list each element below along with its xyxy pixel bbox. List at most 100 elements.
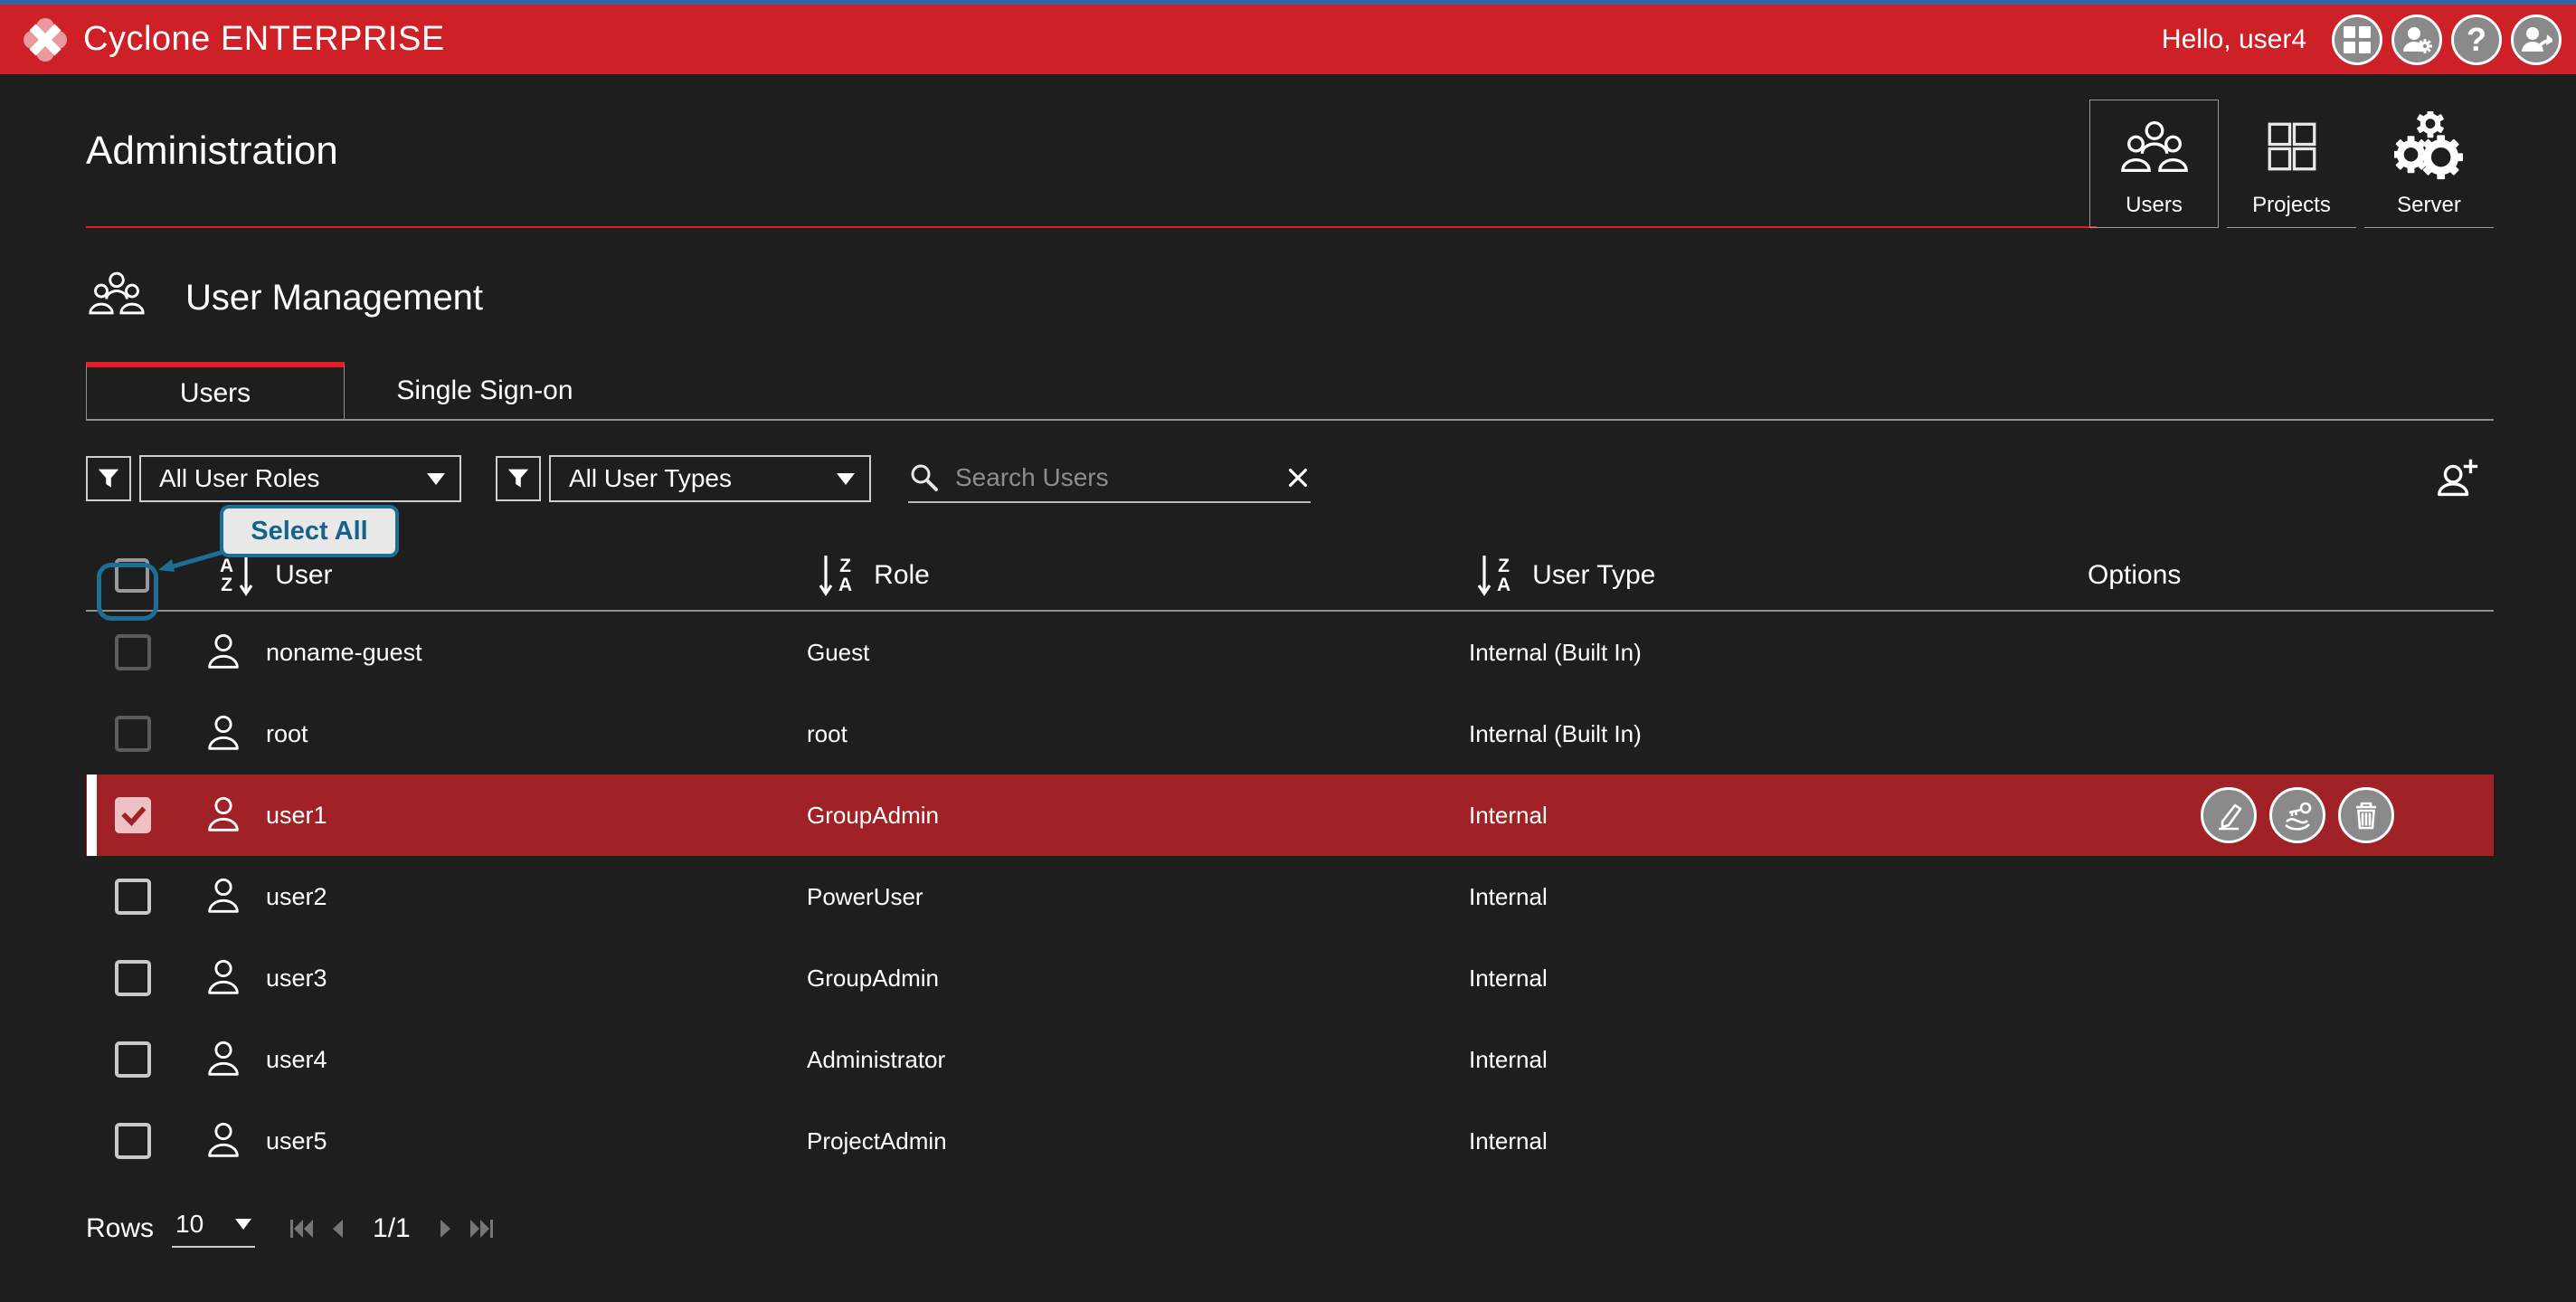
user-role: ProjectAdmin bbox=[805, 1127, 947, 1155]
greeting-text: Hello, user4 bbox=[2162, 24, 2306, 55]
page-indicator: 1/1 bbox=[373, 1213, 411, 1244]
pagination-bar: Rows 10 1/1 bbox=[86, 1203, 494, 1254]
prev-page-button[interactable] bbox=[329, 1217, 346, 1240]
nav-tile-projects[interactable]: Projects bbox=[2227, 100, 2356, 228]
admin-underline bbox=[86, 226, 2097, 228]
user-avatar-icon bbox=[203, 957, 244, 999]
last-page-button[interactable] bbox=[469, 1217, 494, 1240]
help-button[interactable]: ? bbox=[2451, 14, 2502, 65]
table-row[interactable]: noname-guest Guest Internal (Built In) bbox=[86, 612, 2494, 693]
user-name: user4 bbox=[266, 1046, 327, 1074]
table-header-row: AZ User ZA Role bbox=[86, 541, 2494, 612]
column-header-options: Options bbox=[2088, 560, 2181, 591]
next-page-icon bbox=[438, 1217, 454, 1240]
nav-tile-label: Projects bbox=[2252, 193, 2331, 218]
user-name: user3 bbox=[266, 965, 327, 993]
rows-per-page-label: Rows bbox=[86, 1213, 154, 1244]
user-type: Internal bbox=[1467, 965, 1548, 993]
table-body: noname-guest Guest Internal (Built In) bbox=[86, 612, 2494, 1182]
role-filter-select[interactable]: All User Roles bbox=[139, 455, 461, 502]
table-row[interactable]: user1 GroupAdmin Internal bbox=[86, 775, 2494, 856]
chevron-down-icon bbox=[837, 473, 855, 485]
section-title: User Management bbox=[185, 278, 483, 318]
column-header-user-type[interactable]: User Type bbox=[1532, 560, 1655, 591]
user-management-icon bbox=[86, 270, 147, 317]
edit-user-button[interactable] bbox=[2201, 787, 2257, 843]
row-checkbox[interactable] bbox=[115, 634, 151, 670]
table-row[interactable]: root root Internal (Built In) bbox=[86, 693, 2494, 775]
table-row[interactable]: user4 Administrator Internal bbox=[86, 1019, 2494, 1100]
type-filter-button[interactable] bbox=[496, 456, 541, 501]
role-filter-value: All User Roles bbox=[159, 464, 319, 493]
brand-title: Cyclone ENTERPRISE bbox=[83, 20, 445, 59]
user-avatar-icon bbox=[203, 876, 244, 917]
help-icon: ? bbox=[2467, 24, 2486, 56]
tab-label: Single Sign-on bbox=[396, 375, 573, 406]
sign-out-button[interactable] bbox=[2511, 14, 2562, 65]
user-settings-icon bbox=[2401, 24, 2433, 56]
rows-per-page-select[interactable]: 10 bbox=[172, 1210, 255, 1248]
chevron-down-icon bbox=[427, 473, 445, 485]
users-group-icon bbox=[2117, 100, 2192, 193]
first-page-icon bbox=[289, 1217, 315, 1240]
add-user-button[interactable] bbox=[2430, 452, 2483, 505]
last-page-icon bbox=[469, 1217, 494, 1240]
users-table: Select All AZ User bbox=[86, 541, 2494, 1182]
funnel-icon bbox=[94, 464, 123, 493]
row-checkbox[interactable] bbox=[115, 1123, 151, 1159]
tab-users[interactable]: Users bbox=[86, 362, 345, 420]
nav-tile-label: Server bbox=[2397, 193, 2461, 218]
password-key-button[interactable] bbox=[2269, 787, 2325, 843]
role-filter-button[interactable] bbox=[86, 456, 131, 501]
user-name: user1 bbox=[266, 802, 327, 830]
row-checkbox[interactable] bbox=[115, 1041, 151, 1078]
table-row[interactable]: user3 GroupAdmin Internal bbox=[86, 937, 2494, 1019]
first-page-button[interactable] bbox=[289, 1217, 315, 1240]
next-page-button[interactable] bbox=[438, 1217, 454, 1240]
sort-desc-icon[interactable]: ZA bbox=[1477, 552, 1511, 599]
prev-page-icon bbox=[329, 1217, 346, 1240]
row-checkbox[interactable] bbox=[115, 879, 151, 915]
user-role: GroupAdmin bbox=[805, 965, 939, 993]
search-box bbox=[908, 454, 1311, 503]
type-filter-select[interactable]: All User Types bbox=[549, 455, 871, 502]
rows-per-page-value: 10 bbox=[175, 1210, 204, 1239]
column-header-role[interactable]: Role bbox=[874, 560, 930, 591]
user-settings-button[interactable] bbox=[2391, 14, 2442, 65]
apps-grid-button[interactable] bbox=[2332, 14, 2382, 65]
tab-single-sign-on[interactable]: Single Sign-on bbox=[345, 362, 625, 420]
row-checkbox[interactable] bbox=[115, 797, 151, 833]
row-checkbox[interactable] bbox=[115, 716, 151, 752]
column-header-user[interactable]: User bbox=[275, 560, 332, 591]
cyclone-logo-icon bbox=[24, 18, 67, 62]
user-role: GroupAdmin bbox=[805, 802, 939, 830]
row-checkbox[interactable] bbox=[115, 960, 151, 996]
admin-nav-tiles: Users Projects bbox=[2089, 100, 2494, 228]
user-type: Internal (Built In) bbox=[1467, 720, 1642, 748]
table-row[interactable]: user5 ProjectAdmin Internal bbox=[86, 1100, 2494, 1182]
user-type: Internal bbox=[1467, 802, 1548, 830]
user-role: Administrator bbox=[805, 1046, 945, 1074]
nav-tile-label: Users bbox=[2126, 193, 2183, 218]
delete-user-button[interactable] bbox=[2338, 787, 2394, 843]
user-avatar-icon bbox=[203, 794, 244, 836]
user-role: Guest bbox=[805, 639, 869, 667]
user-name: noname-guest bbox=[266, 639, 422, 667]
appbar: Cyclone ENTERPRISE Hello, user4 bbox=[0, 5, 2576, 74]
chevron-down-icon bbox=[235, 1219, 251, 1230]
select-all-callout-label: Select All bbox=[251, 517, 367, 546]
filter-toolbar: All User Roles All User Types bbox=[86, 454, 2494, 503]
user-avatar-icon bbox=[203, 713, 244, 755]
add-user-icon bbox=[2430, 452, 2483, 505]
server-gears-icon bbox=[2394, 100, 2465, 193]
search-icon bbox=[908, 461, 941, 494]
page-title: Administration bbox=[86, 128, 338, 174]
clear-search-icon[interactable] bbox=[1285, 465, 1311, 490]
nav-tile-server[interactable]: Server bbox=[2364, 100, 2494, 228]
table-row[interactable]: user2 PowerUser Internal bbox=[86, 856, 2494, 937]
nav-tile-users[interactable]: Users bbox=[2089, 100, 2219, 228]
row-options bbox=[2080, 787, 2494, 843]
sort-desc-icon[interactable]: ZA bbox=[819, 552, 852, 599]
apps-grid-icon bbox=[2344, 26, 2371, 53]
search-input[interactable] bbox=[953, 462, 1273, 493]
